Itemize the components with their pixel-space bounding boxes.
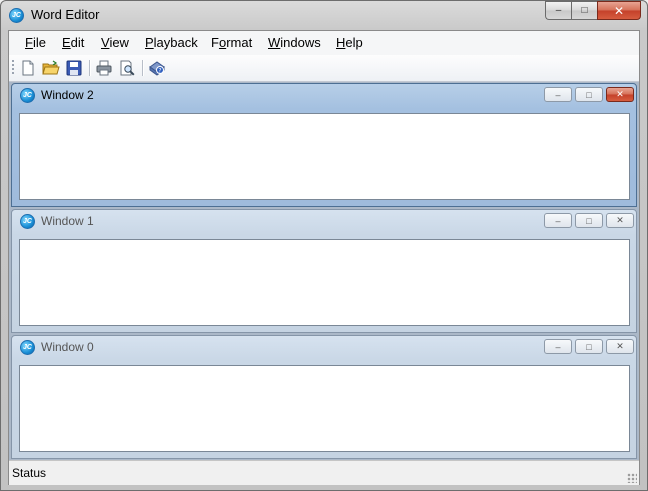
- save-icon[interactable]: [65, 59, 83, 77]
- minimize-icon: –: [555, 5, 562, 16]
- resize-grip-icon[interactable]: [627, 473, 637, 483]
- child-window-title: Window 1: [41, 214, 94, 228]
- child-minimize-button[interactable]: –: [544, 339, 572, 354]
- child-close-button[interactable]: ✕: [606, 339, 634, 354]
- child-close-button[interactable]: ✕: [606, 87, 634, 102]
- child-caption-buttons: – □ ✕: [544, 213, 634, 228]
- maximize-icon: □: [586, 215, 592, 226]
- document-text-area[interactable]: [19, 239, 630, 326]
- minimize-icon: –: [555, 215, 561, 226]
- child-maximize-button[interactable]: □: [575, 213, 603, 228]
- about-help-icon[interactable]: ?: [148, 59, 166, 77]
- print-icon[interactable]: [95, 59, 113, 77]
- open-folder-icon[interactable]: [42, 59, 60, 77]
- mdi-workspace: JC Window 2 – □ ✕ JC Window 1 – □ ✕ JC W…: [9, 82, 639, 460]
- maximize-button[interactable]: □: [571, 1, 597, 20]
- minimize-button[interactable]: –: [545, 1, 571, 20]
- menu-windows[interactable]: Windows: [266, 35, 323, 50]
- maximize-icon: □: [586, 341, 592, 352]
- child-window-2[interactable]: JC Window 2 – □ ✕: [11, 83, 637, 207]
- toolbar-separator: [142, 60, 143, 76]
- maximize-icon: □: [586, 89, 592, 100]
- child-minimize-button[interactable]: –: [544, 213, 572, 228]
- menu-help[interactable]: Help: [334, 35, 365, 50]
- svg-text:?: ?: [158, 67, 161, 74]
- menu-playback[interactable]: Playback: [143, 35, 200, 50]
- child-window-1[interactable]: JC Window 1 – □ ✕: [11, 209, 637, 333]
- minimize-icon: –: [555, 89, 561, 100]
- menu-format[interactable]: Format: [209, 35, 254, 50]
- menu-edit[interactable]: Edit: [60, 35, 86, 50]
- child-caption-buttons: – □ ✕: [544, 339, 634, 354]
- toolbar-grip[interactable]: [12, 60, 14, 76]
- child-window-0[interactable]: JC Window 0 – □ ✕: [11, 335, 637, 459]
- child-window-icon[interactable]: JC: [20, 214, 35, 229]
- child-caption-buttons: – □ ✕: [544, 87, 634, 102]
- print-preview-icon[interactable]: [118, 59, 136, 77]
- close-icon: ✕: [616, 341, 624, 351]
- window-title: Word Editor: [31, 7, 100, 22]
- close-icon: ✕: [616, 215, 624, 225]
- toolbar-separator: [89, 60, 90, 76]
- document-text-area[interactable]: [19, 113, 630, 200]
- child-window-icon[interactable]: JC: [20, 88, 35, 103]
- child-maximize-button[interactable]: □: [575, 339, 603, 354]
- close-icon: ✕: [616, 89, 624, 99]
- app-logo-icon[interactable]: JC: [9, 8, 24, 23]
- child-window-title: Window 2: [41, 88, 94, 102]
- child-maximize-button[interactable]: □: [575, 87, 603, 102]
- window-caption-buttons: – □ ✕: [545, 1, 641, 20]
- child-close-button[interactable]: ✕: [606, 213, 634, 228]
- main-window: JC Word Editor – □ ✕ File Edit View Play…: [0, 0, 648, 491]
- status-bar: Status: [9, 460, 639, 485]
- client-area: File Edit View Playback Format Windows H…: [8, 30, 640, 485]
- child-window-title: Window 0: [41, 340, 94, 354]
- menu-file[interactable]: File: [23, 35, 48, 50]
- menu-view[interactable]: View: [99, 35, 131, 50]
- close-button[interactable]: ✕: [597, 1, 641, 20]
- status-text: Status: [12, 466, 47, 480]
- menu-bar: File Edit View Playback Format Windows H…: [9, 31, 639, 55]
- close-icon: ✕: [613, 3, 625, 18]
- toolbar: ?: [9, 55, 639, 82]
- new-document-icon[interactable]: [19, 59, 37, 77]
- document-text-area[interactable]: [19, 365, 630, 452]
- child-window-icon[interactable]: JC: [20, 340, 35, 355]
- minimize-icon: –: [555, 341, 561, 352]
- child-minimize-button[interactable]: –: [544, 87, 572, 102]
- maximize-icon: □: [581, 5, 588, 16]
